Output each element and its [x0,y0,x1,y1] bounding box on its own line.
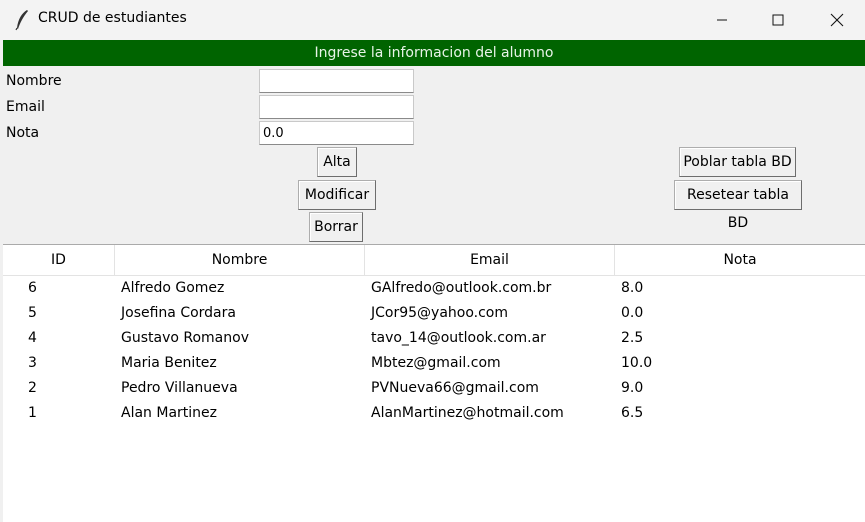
close-icon [830,13,844,27]
cell-email: Mbtez@gmail.com [371,355,501,371]
modificar-button[interactable]: Modificar [298,180,376,210]
maximize-icon [772,14,784,26]
table-row[interactable]: 5 Josefina Cordara JCor95@yahoo.com 0.0 [3,301,865,326]
feather-icon [15,10,28,31]
cell-id: 1 [28,405,37,421]
cell-nota: 10.0 [621,355,653,371]
nota-input[interactable] [259,121,414,145]
window-title: CRUD de estudiantes [38,10,187,26]
table-row[interactable]: 2 Pedro Villanueva PVNueva66@gmail.com 9… [3,376,865,401]
column-header-nombre[interactable]: Nombre [115,245,365,276]
cell-nota: 6.5 [621,405,644,421]
alta-button[interactable]: Alta [317,147,357,177]
table-row[interactable]: 6 Alfredo Gomez GAlfredo@outlook.com.br … [3,276,865,301]
borrar-button[interactable]: Borrar [309,212,363,242]
maximize-button[interactable] [753,0,803,40]
poblar-tabla-button[interactable]: Poblar tabla BD [679,147,796,177]
table-row[interactable]: 4 Gustavo Romanov tavo_14@outlook.com.ar… [3,326,865,351]
cell-id: 3 [28,355,37,371]
students-table[interactable]: ID Nombre Email Nota 6 Alfredo Gomez GAl… [3,244,865,522]
cell-email: AlanMartinez@hotmail.com [371,405,564,421]
cell-nombre: Gustavo Romanov [121,330,249,346]
column-header-id[interactable]: ID [3,245,115,276]
email-input[interactable] [259,95,414,119]
nota-label: Nota [6,125,40,141]
table-row[interactable]: 3 Maria Benitez Mbtez@gmail.com 10.0 [3,351,865,376]
cell-nombre: Pedro Villanueva [121,380,238,396]
email-label: Email [6,99,45,115]
minimize-button[interactable] [697,0,747,40]
cell-id: 4 [28,330,37,346]
title-bar[interactable]: CRUD de estudiantes [0,0,865,40]
cell-nota: 8.0 [621,280,644,296]
cell-nombre: Alan Martinez [121,405,217,421]
minimize-icon [717,19,727,21]
column-header-email[interactable]: Email [365,245,615,276]
cell-email: tavo_14@outlook.com.ar [371,330,546,346]
cell-nombre: Josefina Cordara [121,305,236,321]
table-header: ID Nombre Email Nota [3,245,865,276]
resetear-tabla-button[interactable]: Resetear tabla BD [674,180,802,231]
cell-nombre: Maria Benitez [121,355,217,371]
window-body: Ingrese la informacion del alumno Nombre… [3,40,865,522]
column-header-nota[interactable]: Nota [615,245,865,276]
cell-nota: 9.0 [621,380,644,396]
cell-id: 2 [28,380,37,396]
cell-nombre: Alfredo Gomez [121,280,225,296]
cell-id: 5 [28,305,37,321]
cell-nota: 0.0 [621,305,644,321]
nombre-label: Nombre [6,73,62,89]
nombre-input[interactable] [259,69,414,93]
cell-email: GAlfredo@outlook.com.br [371,280,552,296]
cell-nota: 2.5 [621,330,644,346]
cell-email: JCor95@yahoo.com [371,305,509,321]
cell-email: PVNueva66@gmail.com [371,380,539,396]
cell-id: 6 [28,280,37,296]
table-row[interactable]: 1 Alan Martinez AlanMartinez@hotmail.com… [3,401,865,426]
form-header: Ingrese la informacion del alumno [3,40,865,66]
close-button[interactable] [812,0,862,40]
